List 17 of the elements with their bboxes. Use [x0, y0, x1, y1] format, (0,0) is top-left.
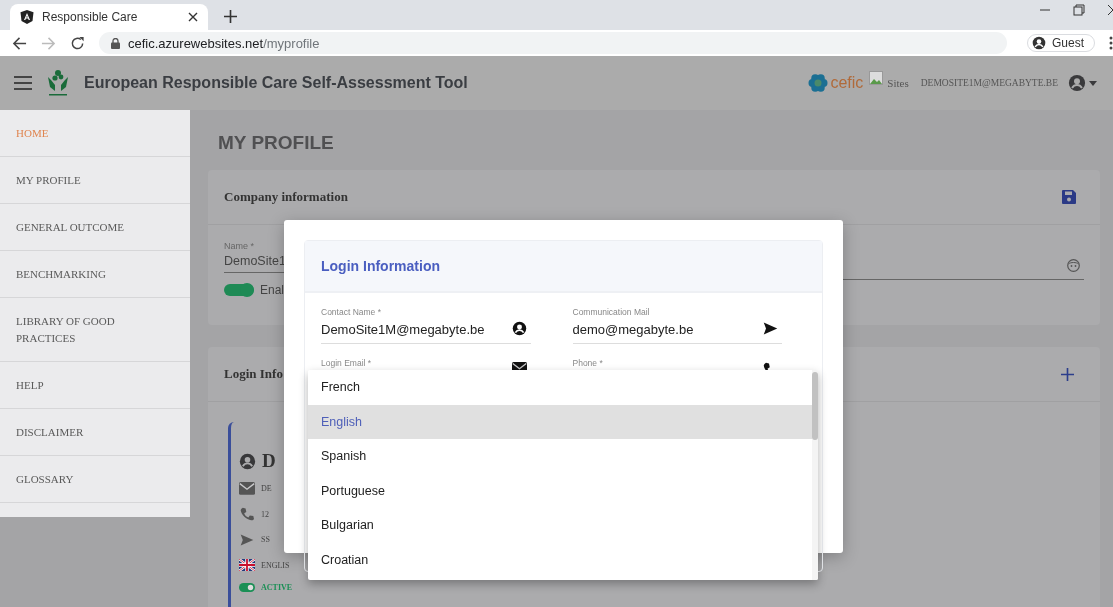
contact-email: DE — [261, 484, 272, 494]
card-title: Company information — [224, 189, 348, 205]
contact-mail: SS — [261, 535, 270, 545]
app-title: European Responsible Care Self-Assessment Tool — [84, 74, 469, 92]
dialog-title: Login Information — [321, 258, 440, 274]
toggle-label: Enal — [259, 283, 284, 297]
user-email: DEMOSITE1M@MEGABYTE.BE — [920, 78, 1058, 88]
contact-language: ENGLIS — [261, 560, 290, 570]
url-text: cefic.azurewebsites.net/myprofile — [128, 35, 320, 51]
page-title: MY PROFILE — [218, 132, 335, 155]
tab-title: Responsible Care — [42, 10, 139, 24]
card-title: Login Info — [224, 366, 283, 382]
field-label: Name * — [224, 241, 255, 251]
status-text: ACTIVE — [261, 582, 293, 592]
contact-name: D — [262, 450, 276, 472]
contact-phone: 12 — [261, 509, 269, 519]
brand-logo-text: cefic — [830, 74, 864, 92]
